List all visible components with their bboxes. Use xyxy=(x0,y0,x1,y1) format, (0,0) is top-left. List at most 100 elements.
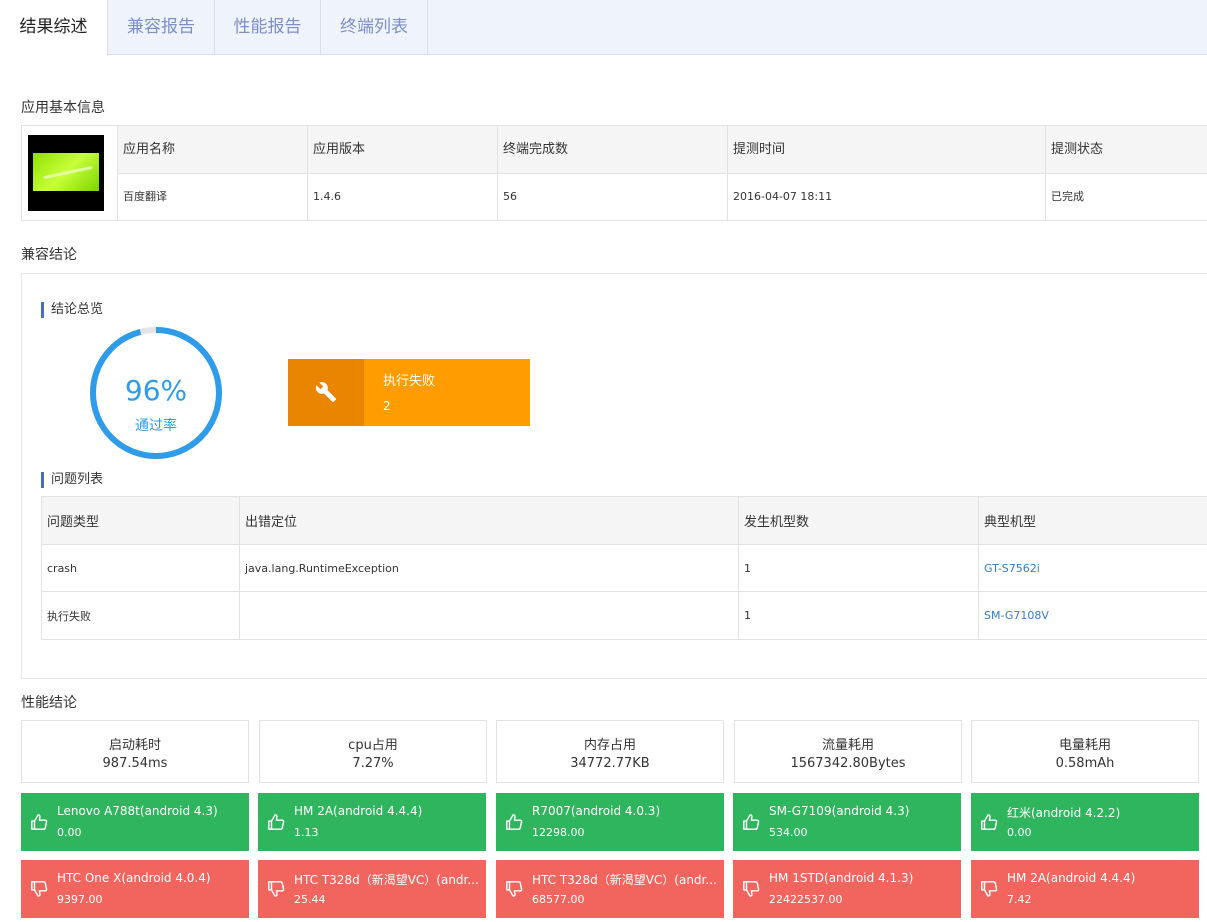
device-value: 1.13 xyxy=(294,826,319,839)
issue-model-cell: GT-S7562i xyxy=(979,545,1207,591)
app-version-column: 应用版本 1.4.6 xyxy=(308,126,498,220)
issue-model-header: 典型机型 xyxy=(984,515,1037,530)
app-version-header: 应用版本 xyxy=(308,126,497,174)
issue-type: crash xyxy=(42,545,240,591)
compat-panel: 结论总览 96% 通过率 执行失败 2 问题列表 问题类型 出错定位 发生机型数… xyxy=(21,273,1207,679)
wrench-icon xyxy=(288,359,364,426)
metric-value: 7.27% xyxy=(352,756,394,771)
exec-fail-count: 2 xyxy=(383,399,391,413)
issue-model-link[interactable]: SM-G7108V xyxy=(984,609,1049,622)
issue-count: 1 xyxy=(739,592,979,639)
app-screenshot[interactable] xyxy=(22,126,118,220)
app-name-value: 百度翻译 xyxy=(123,190,167,203)
issue-count: 1 xyxy=(739,545,979,591)
thumbs-down-icon xyxy=(506,881,523,897)
submit-status-header: 提测状态 xyxy=(1046,126,1207,174)
metric-cpu: cpu占用 7.27% xyxy=(259,720,487,783)
compat-title: 兼容结论 xyxy=(21,247,77,263)
device-name: HM 1STD(android 4.1.3) xyxy=(769,871,914,885)
device-name: 红米(android 4.2.2) xyxy=(1007,806,1121,820)
device-name: HM 2A(android 4.4.4) xyxy=(1007,871,1136,885)
pass-rate-label: 通过率 xyxy=(135,418,177,434)
issue-model-link[interactable]: GT-S7562i xyxy=(984,562,1040,575)
device-name: HTC T328d（新渴望VC）(andr... xyxy=(294,873,479,887)
devices-done-value: 56 xyxy=(503,190,517,203)
best-device-card[interactable]: SM-G7109(android 4.3) 534.00 xyxy=(733,793,961,851)
submit-time-column: 提测时间 2016-04-07 18:11 xyxy=(728,126,1046,220)
best-device-card[interactable]: 红米(android 4.2.2) 0.00 xyxy=(971,793,1199,851)
device-value: 22422537.00 xyxy=(769,893,843,906)
metric-memory: 内存占用 34772.77KB xyxy=(496,720,724,783)
device-value: 534.00 xyxy=(769,826,808,839)
device-name: HTC T328d（新渴望VC）(andr... xyxy=(532,873,717,887)
submit-time-value: 2016-04-07 18:11 xyxy=(733,190,833,203)
tab-device-list[interactable]: 终端列表 xyxy=(321,0,428,55)
pass-rate-value: 96% xyxy=(124,374,188,407)
issues-title: 问题列表 xyxy=(41,472,103,488)
worst-device-card[interactable]: HM 1STD(android 4.1.3) 22422537.00 xyxy=(733,860,961,918)
device-value: 7.42 xyxy=(1007,893,1032,906)
app-info-title: 应用基本信息 xyxy=(21,100,105,116)
best-device-card[interactable]: Lenovo A788t(android 4.3) 0.00 xyxy=(21,793,249,851)
thumbs-up-icon xyxy=(31,814,48,830)
metric-name: 流量耗用 xyxy=(821,738,874,753)
metric-traffic: 流量耗用 1567342.80Bytes xyxy=(734,720,962,783)
submit-status-value: 已完成 xyxy=(1051,190,1084,203)
thumbs-down-icon xyxy=(31,881,48,897)
device-value: 68577.00 xyxy=(532,893,585,906)
metric-value: 0.58mAh xyxy=(1055,756,1115,771)
app-version-value: 1.4.6 xyxy=(313,190,341,203)
issue-count-header: 发生机型数 xyxy=(739,497,979,544)
worst-device-card[interactable]: HTC One X(android 4.0.4) 9397.00 xyxy=(21,860,249,918)
table-row: crash java.lang.RuntimeException 1 GT-S7… xyxy=(42,545,1207,592)
perf-title: 性能结论 xyxy=(21,695,77,711)
issue-model-cell: SM-G7108V xyxy=(979,592,1207,639)
metric-name: cpu占用 xyxy=(348,738,398,753)
issue-type: 执行失败 xyxy=(42,592,240,639)
submit-status-column: 提测状态 已完成 xyxy=(1046,126,1207,220)
best-device-card[interactable]: R7007(android 4.0.3) 12298.00 xyxy=(496,793,724,851)
worst-device-card[interactable]: HTC T328d（新渴望VC）(andr... 25.44 xyxy=(258,860,486,918)
best-device-card[interactable]: HM 2A(android 4.4.4) 1.13 xyxy=(258,793,486,851)
device-value: 12298.00 xyxy=(532,826,585,839)
app-name-column: 应用名称 百度翻译 xyxy=(118,126,308,220)
thumbs-down-icon xyxy=(743,881,760,897)
app-name-header: 应用名称 xyxy=(118,126,307,174)
metric-name: 电量耗用 xyxy=(1058,738,1111,753)
exec-fail-card[interactable]: 执行失败 2 xyxy=(288,359,530,426)
device-value: 25.44 xyxy=(294,893,326,906)
tab-compat-report[interactable]: 兼容报告 xyxy=(108,0,215,55)
metric-value: 987.54ms xyxy=(102,756,168,771)
device-name: HM 2A(android 4.4.4) xyxy=(294,804,423,818)
worst-device-card[interactable]: HM 2A(android 4.4.4) 7.42 xyxy=(971,860,1199,918)
report-tabs: 结果综述 兼容报告 性能报告 终端列表 xyxy=(0,0,1207,56)
metric-value: 1567342.80Bytes xyxy=(790,756,906,771)
metric-name: 内存占用 xyxy=(583,738,636,753)
tab-perf-report[interactable]: 性能报告 xyxy=(215,0,321,55)
issue-location-header: 出错定位 xyxy=(240,497,739,544)
thumbs-up-icon xyxy=(506,814,523,830)
overview-title: 结论总览 xyxy=(41,302,103,318)
device-name: R7007(android 4.0.3) xyxy=(532,804,661,818)
device-name: Lenovo A788t(android 4.3) xyxy=(57,804,218,818)
device-value: 0.00 xyxy=(1007,826,1032,839)
thumbs-down-icon xyxy=(268,881,285,897)
metric-startup-time: 启动耗时 987.54ms xyxy=(21,720,249,783)
metric-battery: 电量耗用 0.58mAh xyxy=(971,720,1199,783)
tab-summary[interactable]: 结果综述 xyxy=(0,0,108,56)
thumbs-up-icon xyxy=(268,814,285,830)
worst-device-card[interactable]: HTC T328d（新渴望VC）(andr... 68577.00 xyxy=(496,860,724,918)
submit-time-header: 提测时间 xyxy=(728,126,1045,174)
devices-done-column: 终端完成数 56 xyxy=(498,126,728,220)
device-name: SM-G7109(android 4.3) xyxy=(769,804,910,818)
devices-done-header: 终端完成数 xyxy=(498,126,727,174)
exec-fail-label: 执行失败 xyxy=(383,374,436,389)
app-info-table: 应用名称 百度翻译 应用版本 1.4.6 终端完成数 56 提测时间 2016-… xyxy=(21,125,1207,221)
issue-type-header: 问题类型 xyxy=(42,497,240,544)
metric-name: 启动耗时 xyxy=(108,738,161,753)
issue-location: java.lang.RuntimeException xyxy=(240,545,739,591)
thumbs-up-icon xyxy=(743,814,760,830)
table-row: 执行失败 1 SM-G7108V xyxy=(42,592,1207,639)
device-value: 0.00 xyxy=(57,826,82,839)
issue-location xyxy=(240,592,739,639)
